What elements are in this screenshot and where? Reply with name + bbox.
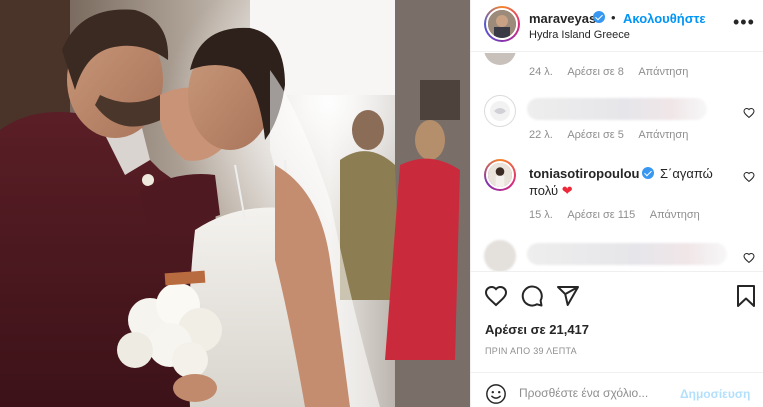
comments-list[interactable]: 24 λ. Αρέσει σε 8 Απάντηση 22 λ. Αρέσει … [471, 53, 763, 271]
comment-icon[interactable] [520, 284, 544, 308]
comment-time: 24 λ. [529, 66, 553, 78]
comment-like-heart-icon[interactable] [743, 252, 755, 264]
comment-meta: 24 λ. Αρέσει σε 8 Απάντηση [529, 66, 700, 78]
blurred-comment-text [527, 98, 707, 120]
comment-meta: 15 λ. Αρέσει σε 115 Απάντηση [529, 209, 712, 221]
comment-time: 15 λ. [529, 209, 553, 221]
comment-likes[interactable]: Αρέσει σε 115 [567, 209, 635, 221]
author-avatar-image [488, 10, 516, 38]
post-actions: Αρέσει σε 21,417 ΠΡΙΝ ΑΠΟ 39 ΛΕΠΤΑ [471, 271, 763, 371]
commenter-avatar-image [486, 161, 514, 189]
reply-button[interactable]: Απάντηση [650, 209, 700, 221]
commenter-avatar[interactable] [484, 95, 516, 127]
bookmark-icon[interactable] [734, 284, 758, 308]
wedding-kiss-image [0, 0, 470, 407]
comment-text-line1: Σ΄αγαπώ [660, 166, 713, 181]
add-comment-bar: Δημοσίευση [471, 372, 763, 407]
post-side-panel: maraveyas • Ακολουθήστε Hydra Island Gre… [470, 0, 763, 407]
reply-button[interactable]: Απάντηση [638, 129, 688, 141]
reply-button[interactable]: Απάντηση [638, 66, 688, 78]
comment-like-heart-icon[interactable] [743, 171, 755, 183]
commenter-avatar[interactable] [484, 240, 516, 271]
commenter-avatar-image [490, 101, 510, 121]
share-icon[interactable] [556, 284, 580, 308]
comment-like-heart-icon[interactable] [743, 107, 755, 119]
comment-input[interactable] [519, 383, 669, 403]
post-header: maraveyas • Ακολουθήστε Hydra Island Gre… [471, 0, 763, 52]
heart-icon[interactable] [484, 284, 508, 308]
commenter-avatar[interactable] [484, 53, 516, 65]
likes-count[interactable]: Αρέσει σε 21,417 [485, 322, 589, 337]
commenter-avatar[interactable] [484, 159, 516, 191]
red-heart-emoji: ❤ [561, 183, 573, 198]
comment-text-line2: πολύ ❤ [529, 183, 573, 198]
post-timestamp[interactable]: ΠΡΙΝ ΑΠΟ 39 ΛΕΠΤΑ [485, 346, 577, 356]
post-photo[interactable] [0, 0, 470, 407]
comment-meta: 22 λ. Αρέσει σε 5 Απάντηση [529, 129, 700, 141]
header-separator: • [611, 10, 616, 25]
author-username[interactable]: maraveyas [529, 11, 596, 26]
verified-badge-icon [642, 167, 654, 179]
more-options-icon[interactable]: ••• [733, 12, 755, 33]
post-location[interactable]: Hydra Island Greece [529, 29, 630, 41]
post-comment-button[interactable]: Δημοσίευση [680, 387, 750, 401]
comment-likes[interactable]: Αρέσει σε 8 [567, 66, 624, 78]
emoji-icon[interactable] [485, 383, 507, 405]
comment-likes[interactable]: Αρέσει σε 5 [567, 129, 624, 141]
follow-button[interactable]: Ακολουθήστε [623, 11, 706, 26]
author-avatar[interactable] [484, 6, 520, 42]
commenter-username[interactable]: toniasotiropoulou [529, 166, 639, 181]
comment-time: 22 λ. [529, 129, 553, 141]
verified-badge-icon [593, 11, 605, 23]
blurred-comment-text [527, 243, 727, 265]
